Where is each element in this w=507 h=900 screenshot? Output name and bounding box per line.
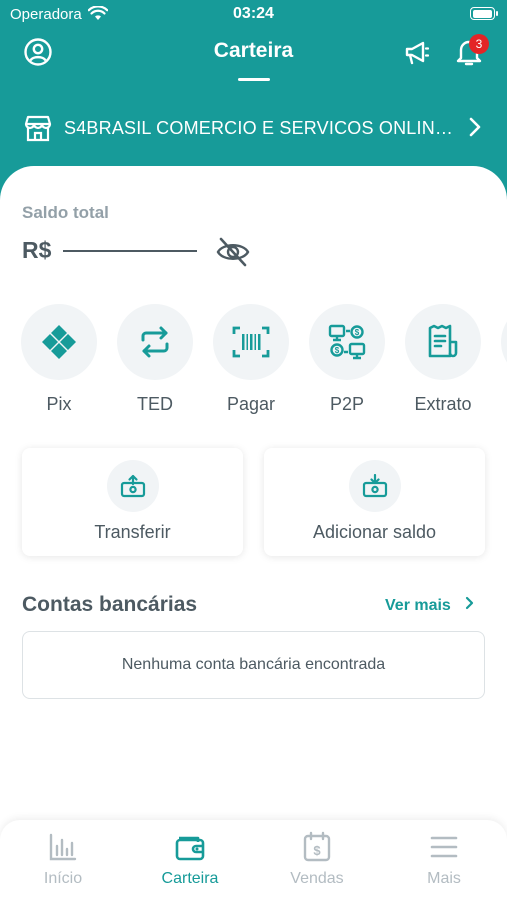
more-action-icon — [501, 304, 507, 380]
transfer-out-icon — [106, 460, 159, 512]
chevron-right-icon — [465, 596, 475, 615]
action-next-partial[interactable] — [494, 304, 507, 380]
merchant-name: S4BRASIL COMERCIO E SERVICOS ONLINE E... — [64, 117, 459, 138]
title-underline — [238, 78, 270, 81]
balance-currency: R$ — [22, 237, 52, 263]
receipt-icon — [405, 304, 481, 380]
balance-hidden-mask — [63, 250, 197, 252]
tab-inicio[interactable]: Início — [8, 830, 118, 888]
tab-vendas[interactable]: $ Vendas — [262, 830, 372, 888]
megaphone-icon — [405, 41, 430, 65]
action-label: P2P — [329, 394, 365, 414]
action-label: TED — [137, 394, 173, 414]
quick-actions: Pix TED Pagar $ $ P2P Extrato — [0, 304, 507, 424]
svg-text:$: $ — [335, 346, 340, 355]
battery-icon — [470, 7, 498, 20]
tab-label: Mais — [427, 870, 461, 887]
action-pagar[interactable]: Pagar — [206, 304, 296, 415]
tab-label: Vendas — [290, 870, 344, 887]
tab-bar: Início Carteira $ Vendas Mais — [0, 820, 507, 900]
action-pix[interactable]: Pix — [14, 304, 104, 415]
merchant-selector[interactable]: S4BRASIL COMERCIO E SERVICOS ONLINE E... — [22, 108, 482, 148]
transfer-label: Transferir — [94, 522, 171, 542]
add-balance-label: Adicionar saldo — [312, 522, 437, 542]
announcements-button[interactable] — [399, 34, 435, 70]
tab-label: Carteira — [161, 870, 219, 887]
action-ted[interactable]: TED — [110, 304, 200, 415]
wallet-icon — [135, 830, 245, 864]
notification-badge: 3 — [469, 34, 489, 54]
bar-chart-icon — [8, 830, 118, 864]
barcode-icon — [213, 304, 289, 380]
see-more-link[interactable]: Ver mais — [385, 596, 475, 615]
tab-label: Início — [43, 870, 83, 887]
calendar-dollar-icon: $ — [262, 830, 372, 864]
action-p2p[interactable]: $ $ P2P — [302, 304, 392, 415]
action-label: Pix — [46, 394, 72, 414]
action-extrato[interactable]: Extrato — [398, 304, 488, 415]
bank-accounts-title: Contas bancárias — [22, 593, 198, 616]
see-more-label: Ver mais — [385, 596, 451, 614]
add-balance-button[interactable]: Adicionar saldo — [264, 448, 485, 556]
action-label: Pagar — [226, 394, 276, 414]
deposit-icon — [348, 460, 401, 512]
bank-accounts-empty-state: Nenhuma conta bancária encontrada — [22, 631, 485, 699]
clock: 03:24 — [233, 5, 274, 22]
transfer-button[interactable]: Transferir — [22, 448, 243, 556]
eye-off-icon — [216, 237, 250, 267]
transfer-arrows-icon — [117, 304, 193, 380]
toggle-balance-visibility-button[interactable] — [214, 234, 252, 270]
tab-carteira[interactable]: Carteira — [135, 830, 245, 888]
status-bar: Operadora 03:24 — [0, 0, 507, 30]
svg-text:$: $ — [355, 328, 360, 337]
svg-text:$: $ — [313, 843, 321, 858]
menu-icon — [389, 830, 499, 864]
store-icon — [22, 112, 54, 144]
tab-mais[interactable]: Mais — [389, 830, 499, 888]
balance-label: Saldo total — [22, 203, 109, 222]
chevron-right-icon — [468, 116, 482, 143]
pix-icon — [21, 304, 97, 380]
p2p-icon: $ $ — [309, 304, 385, 380]
action-label: Extrato — [414, 394, 472, 414]
